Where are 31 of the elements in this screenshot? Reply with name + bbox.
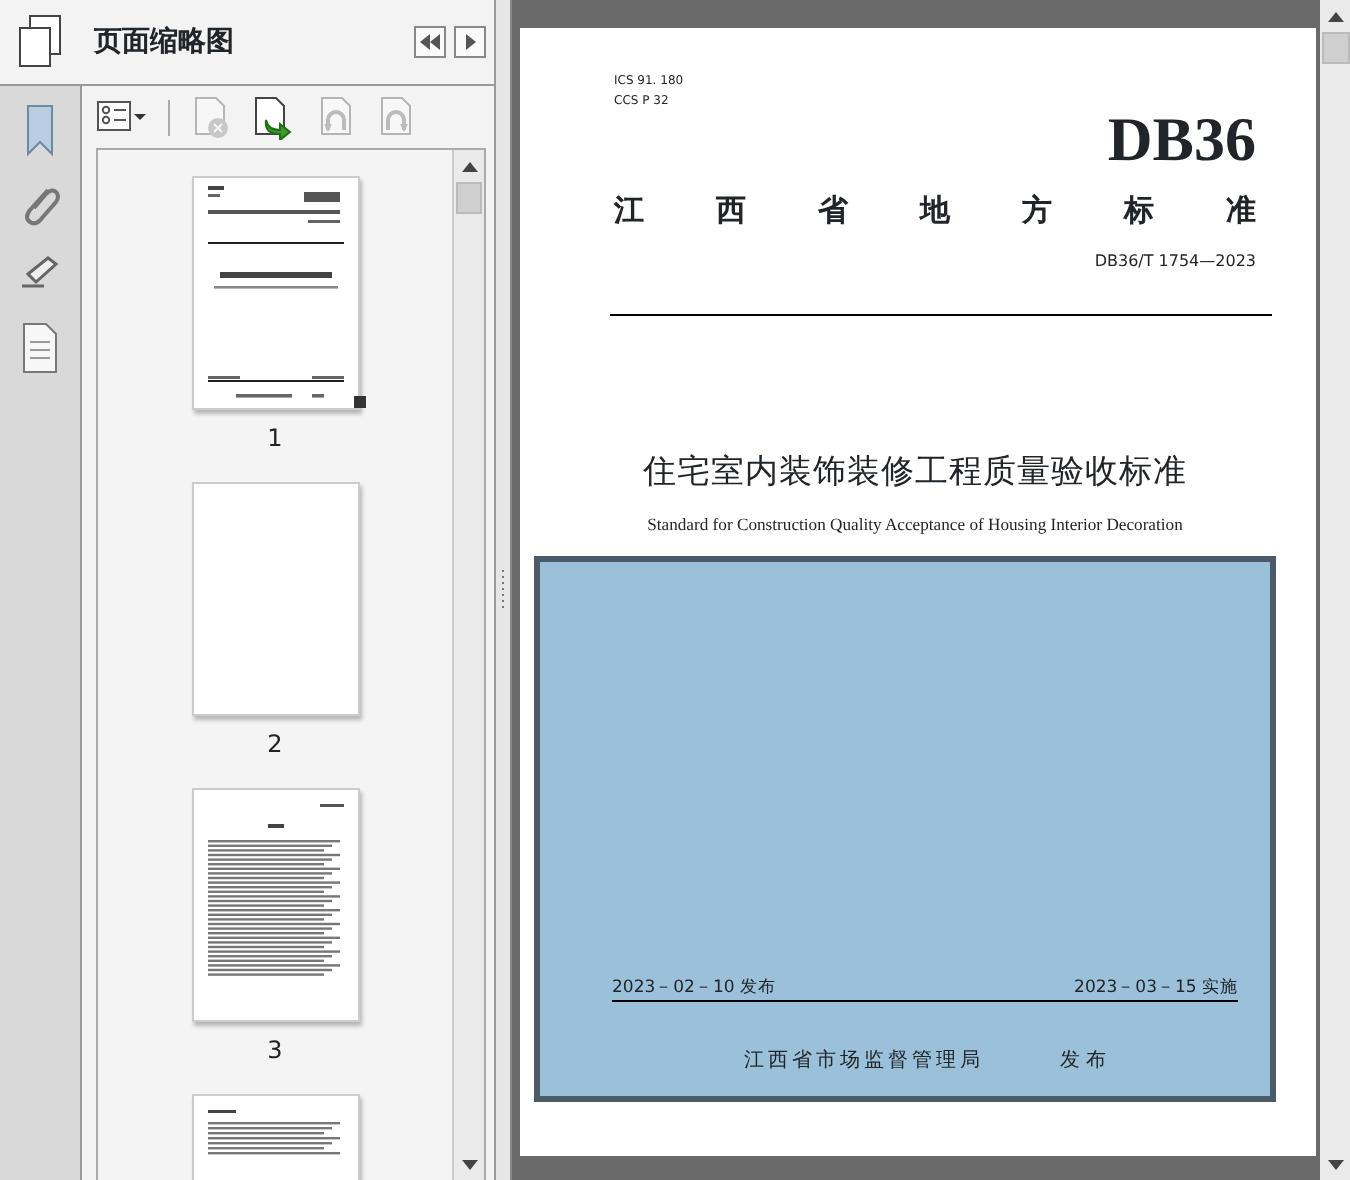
double-left-arrow-icon — [418, 32, 442, 52]
document-title: 住宅室内装饰装修工程质量验收标准 — [643, 449, 1187, 493]
page-thumbnail[interactable]: 2 — [191, 482, 359, 762]
collapse-button[interactable] — [414, 26, 446, 58]
page-thumbnail[interactable]: 1 — [191, 176, 359, 456]
standard-number: DB36/T 1754—2023 — [1094, 249, 1256, 273]
document-icon[interactable] — [20, 322, 60, 374]
scroll-down-icon[interactable] — [1328, 1159, 1344, 1169]
effective-date: 2023－03－15 实施 — [1074, 976, 1238, 1000]
page-number: 2 — [267, 728, 283, 762]
scroll-up-icon[interactable] — [461, 161, 477, 171]
panel-title: 页面缩略图 — [94, 23, 236, 61]
publisher-name: 江西省市场监督管理局 — [743, 1047, 984, 1076]
issue-date: 2023－02－10 发布 — [612, 976, 776, 1000]
standard-category: 江西省地方标准 — [614, 190, 1256, 232]
pages-icon[interactable] — [16, 14, 64, 70]
right-arrow-icon — [462, 32, 478, 52]
page-number: 3 — [267, 1034, 283, 1068]
scroll-up-icon[interactable] — [1328, 11, 1344, 21]
page-number: 1 — [267, 422, 283, 456]
publish-label: 发 布 — [1059, 1048, 1107, 1076]
expand-button[interactable] — [454, 26, 486, 58]
english-title: Standard for Construction Quality Acceptance of Housing Interior Decoration — [647, 512, 1183, 539]
scroll-down-icon[interactable] — [461, 1159, 477, 1169]
scroll-thumb[interactable] — [456, 182, 482, 214]
scrollbar[interactable] — [452, 150, 484, 1180]
page-thumbnail[interactable]: 3 — [191, 788, 359, 1068]
scroll-thumb[interactable] — [1322, 32, 1350, 64]
splitter-grip[interactable] — [500, 570, 506, 610]
standard-code: DB36 — [1107, 108, 1256, 170]
insert-page-button[interactable] — [250, 95, 294, 139]
